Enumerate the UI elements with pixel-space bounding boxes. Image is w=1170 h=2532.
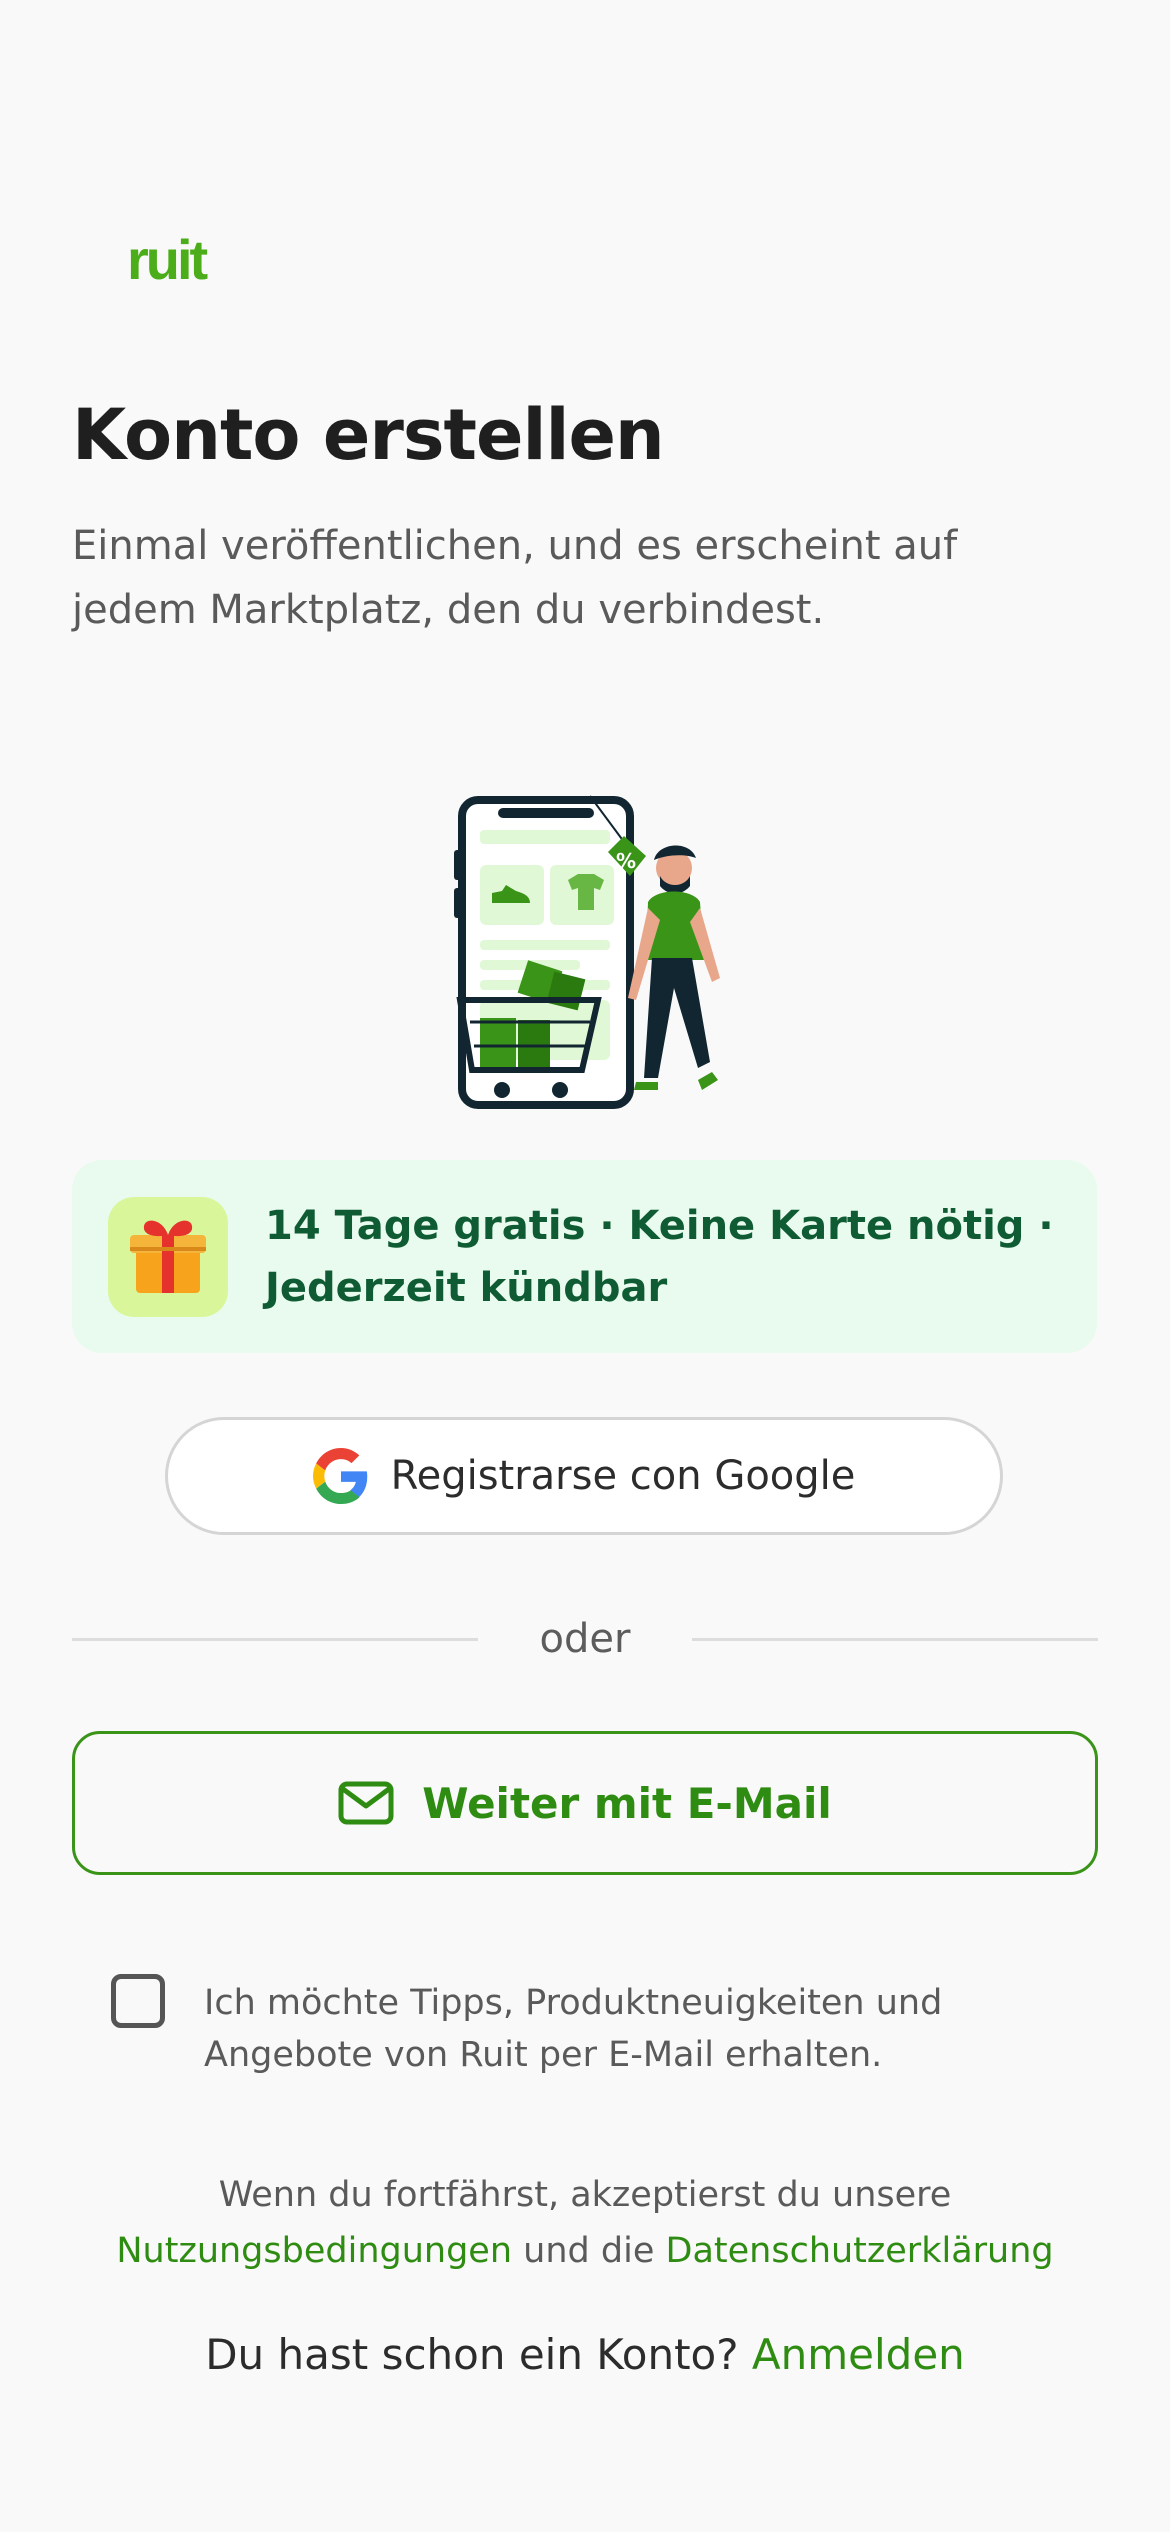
- terms-link[interactable]: Nutzungsbedingungen: [116, 2231, 512, 2271]
- page-subtitle: Einmal veröffentlichen, und es erscheint…: [72, 523, 958, 633]
- divider-line-right: [692, 1638, 1098, 1641]
- google-signup-label: Registrarse con Google: [390, 1453, 856, 1499]
- signin-text: Du hast schon ein Konto?: [205, 2330, 739, 2379]
- privacy-link[interactable]: Datenschutzerklärung: [666, 2231, 1054, 2271]
- divider-line-left: [72, 1638, 478, 1641]
- shopping-phone-illustration: %: [454, 795, 720, 1109]
- signin-prompt: Du hast schon ein Konto? Anmelden: [0, 2327, 1170, 2383]
- mail-icon: [338, 1781, 394, 1825]
- trial-promo-banner: 14 Tage gratis · Keine Karte nötig · Jed…: [72, 1160, 1097, 1353]
- ruit-logo: ruit: [127, 228, 208, 291]
- signin-link[interactable]: Anmelden: [752, 2330, 965, 2379]
- page-title: Konto erstellen: [72, 394, 665, 476]
- svg-text:%: %: [616, 849, 636, 873]
- email-signup-button[interactable]: Weiter mit E-Mail: [72, 1731, 1098, 1875]
- marketing-consent-label: Ich möchte Tipps, Produktneuigkeiten und…: [204, 1983, 943, 2075]
- google-icon: [312, 1448, 367, 1504]
- email-signup-label: Weiter mit E-Mail: [422, 1778, 832, 1828]
- legal-prefix: Wenn du fortfährst, akzeptierst du unser…: [218, 2175, 952, 2215]
- legal-middle: und die: [523, 2231, 655, 2271]
- google-signup-button[interactable]: Registrarse con Google: [165, 1417, 1003, 1535]
- legal-notice: Wenn du fortfährst, akzeptierst du unser…: [0, 2167, 1170, 2279]
- promo-text: 14 Tage gratis · Keine Karte nötig · Jed…: [265, 1203, 1054, 1311]
- gift-icon: [108, 1197, 228, 1317]
- divider-label: oder: [539, 1616, 631, 1662]
- marketing-consent-checkbox[interactable]: [111, 1974, 165, 2028]
